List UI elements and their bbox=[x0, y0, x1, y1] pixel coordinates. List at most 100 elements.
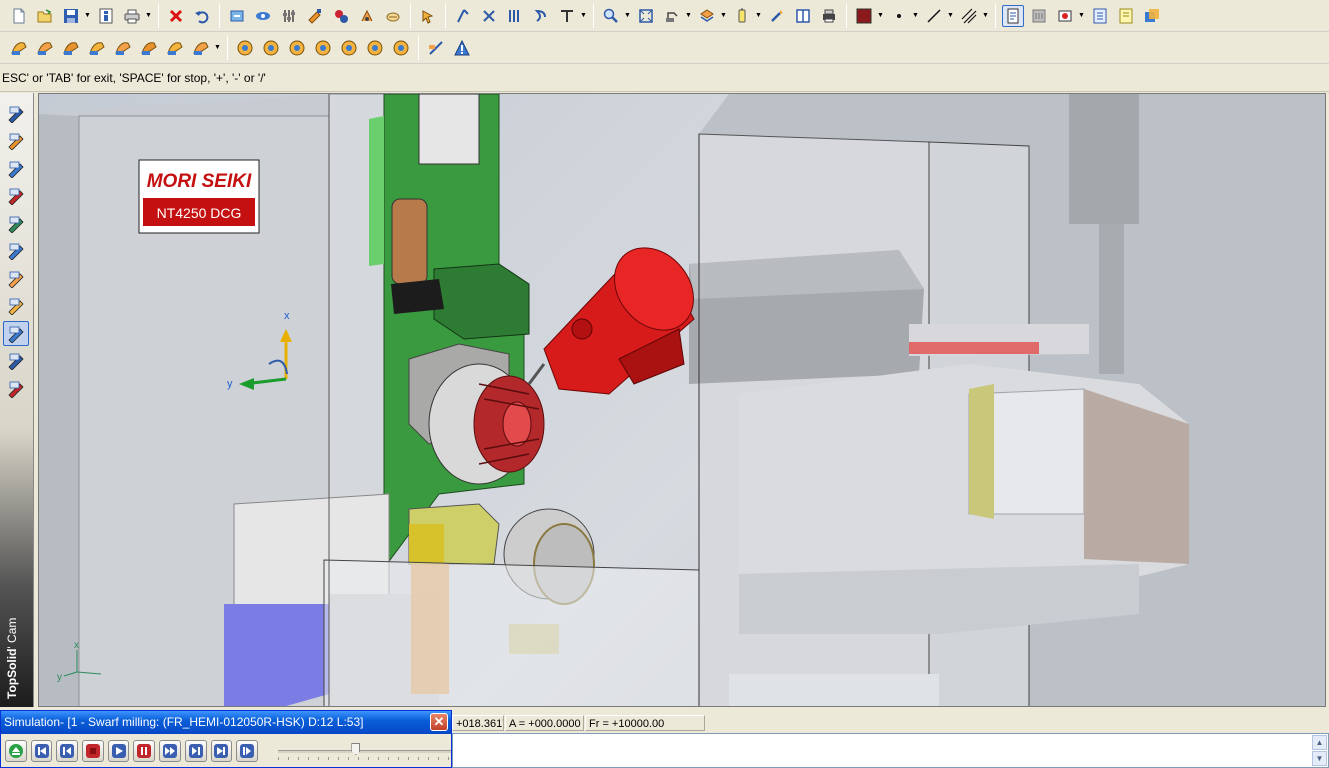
properties-icon[interactable] bbox=[95, 5, 117, 27]
open-folder-icon[interactable] bbox=[34, 5, 56, 27]
solid-box-icon[interactable] bbox=[3, 156, 29, 181]
cut-icon[interactable] bbox=[452, 5, 474, 27]
note-icon[interactable] bbox=[1115, 5, 1137, 27]
lathe-5-icon[interactable] bbox=[338, 37, 360, 59]
simulation-speed-slider[interactable] bbox=[277, 740, 452, 762]
lathe-2-icon[interactable] bbox=[260, 37, 282, 59]
command-history-area[interactable]: ▲ ▼ bbox=[452, 733, 1329, 768]
color-dropdown-icon[interactable]: ▼ bbox=[877, 5, 884, 27]
text-tool-icon[interactable] bbox=[556, 5, 578, 27]
scroll-down-button[interactable]: ▼ bbox=[1312, 751, 1327, 766]
sub-spindle-chuck-yellow bbox=[969, 384, 994, 519]
strategy-icon[interactable] bbox=[356, 5, 378, 27]
milling-8-icon[interactable] bbox=[190, 37, 212, 59]
surface-icon[interactable] bbox=[3, 184, 29, 209]
lasso-icon[interactable] bbox=[530, 5, 552, 27]
pause-icon[interactable] bbox=[133, 740, 156, 762]
wand-icon[interactable] bbox=[766, 5, 788, 27]
skip-last-icon[interactable] bbox=[236, 740, 258, 762]
battery-dropdown-icon[interactable]: ▼ bbox=[755, 5, 762, 27]
rewind-start-icon[interactable] bbox=[30, 740, 53, 762]
milling-6-icon[interactable] bbox=[138, 37, 160, 59]
milling-3-icon[interactable] bbox=[60, 37, 82, 59]
printer-icon[interactable] bbox=[818, 5, 840, 27]
delete-x-icon[interactable] bbox=[165, 5, 187, 27]
new-document-icon[interactable] bbox=[8, 5, 30, 27]
pencil-icon[interactable] bbox=[3, 101, 29, 126]
assembly-icon[interactable] bbox=[3, 211, 29, 236]
pan-icon[interactable] bbox=[661, 5, 683, 27]
save-disk-icon[interactable] bbox=[60, 5, 82, 27]
fast-forward-icon[interactable] bbox=[159, 740, 181, 762]
color-swatch-icon[interactable] bbox=[853, 5, 875, 27]
palette-icon[interactable] bbox=[1141, 5, 1163, 27]
line-icon[interactable] bbox=[923, 5, 945, 27]
step-forward-icon[interactable] bbox=[184, 740, 207, 762]
milling-5-icon[interactable] bbox=[112, 37, 134, 59]
select-icon[interactable] bbox=[417, 5, 439, 27]
layer-grey-icon[interactable] bbox=[1028, 5, 1050, 27]
align-icon[interactable] bbox=[478, 5, 500, 27]
text-tool-dropdown-icon[interactable]: ▼ bbox=[580, 5, 587, 27]
lathe-6-icon[interactable] bbox=[364, 37, 386, 59]
doc-blue-icon[interactable] bbox=[1089, 5, 1111, 27]
operation-icon[interactable] bbox=[330, 5, 352, 27]
adjust-icon[interactable] bbox=[278, 5, 300, 27]
refresh-icon[interactable] bbox=[226, 5, 248, 27]
undo-icon[interactable] bbox=[191, 5, 213, 27]
drafting-icon[interactable] bbox=[3, 239, 29, 264]
close-button[interactable]: ✕ bbox=[430, 713, 448, 731]
skip-end-icon[interactable] bbox=[210, 740, 233, 762]
lathe-7-icon[interactable] bbox=[390, 37, 412, 59]
part-icon[interactable] bbox=[3, 321, 29, 346]
nc-icon[interactable] bbox=[382, 5, 404, 27]
zoom-dropdown-icon[interactable]: ▼ bbox=[624, 5, 631, 27]
lathe-1-icon[interactable] bbox=[234, 37, 256, 59]
step-back-icon[interactable] bbox=[56, 740, 79, 762]
rotate-icon[interactable] bbox=[696, 5, 718, 27]
milling-2-icon[interactable] bbox=[34, 37, 56, 59]
milling-1-icon[interactable] bbox=[8, 37, 30, 59]
stop-icon[interactable] bbox=[82, 740, 104, 762]
slider-thumb[interactable] bbox=[351, 743, 361, 755]
cam-tool-icon[interactable] bbox=[3, 294, 29, 319]
tool-icon[interactable] bbox=[304, 5, 326, 27]
rotate-dropdown-icon[interactable]: ▼ bbox=[720, 5, 727, 27]
fit-icon[interactable] bbox=[635, 5, 657, 27]
lathe-3-icon[interactable] bbox=[286, 37, 308, 59]
line-dropdown-icon[interactable]: ▼ bbox=[947, 5, 954, 27]
hatch-icon[interactable] bbox=[958, 5, 980, 27]
machine-icon[interactable] bbox=[3, 349, 29, 374]
plate-brand-text: MORI SEIKI bbox=[147, 171, 252, 192]
print-dropdown-icon[interactable]: ▼ bbox=[145, 5, 152, 27]
hatch-dropdown-icon[interactable]: ▼ bbox=[982, 5, 989, 27]
cam-icon[interactable] bbox=[3, 266, 29, 291]
play-icon[interactable] bbox=[107, 740, 130, 762]
print-icon[interactable] bbox=[121, 5, 143, 27]
machine-brand-plate: MORI SEIKI NT4250 DCG bbox=[138, 159, 260, 234]
milling-7-icon[interactable] bbox=[164, 37, 186, 59]
dot-dropdown-icon[interactable]: ▼ bbox=[912, 5, 919, 27]
simulation-title-bar[interactable]: Simulation- [1 - Swarf milling: (FR_HEMI… bbox=[1, 711, 451, 734]
save-dropdown-icon[interactable]: ▼ bbox=[84, 5, 91, 27]
capture-dropdown-icon[interactable]: ▼ bbox=[1078, 5, 1085, 27]
milling-dropdown-icon[interactable]: ▼ bbox=[214, 37, 221, 59]
dot-icon[interactable] bbox=[888, 5, 910, 27]
battery-icon[interactable] bbox=[731, 5, 753, 27]
layers-icon[interactable] bbox=[504, 5, 526, 27]
lathe-4-icon[interactable] bbox=[312, 37, 334, 59]
capture-icon[interactable] bbox=[1054, 5, 1076, 27]
window-icon[interactable] bbox=[792, 5, 814, 27]
scroll-up-button[interactable]: ▲ bbox=[1312, 735, 1327, 750]
graphics-viewport[interactable]: MORI SEIKI NT4250 DCG x y x y bbox=[38, 93, 1326, 707]
fixture-icon[interactable] bbox=[3, 376, 29, 401]
sketch-icon[interactable] bbox=[3, 129, 29, 154]
warning-icon[interactable] bbox=[451, 37, 473, 59]
pan-dropdown-icon[interactable]: ▼ bbox=[685, 5, 692, 27]
eject-icon[interactable] bbox=[5, 740, 27, 762]
view-icon[interactable] bbox=[252, 5, 274, 27]
zoom-icon[interactable] bbox=[600, 5, 622, 27]
milling-4-icon[interactable] bbox=[86, 37, 108, 59]
measure-icon[interactable] bbox=[425, 37, 447, 59]
layer-doc-icon[interactable] bbox=[1002, 4, 1024, 27]
